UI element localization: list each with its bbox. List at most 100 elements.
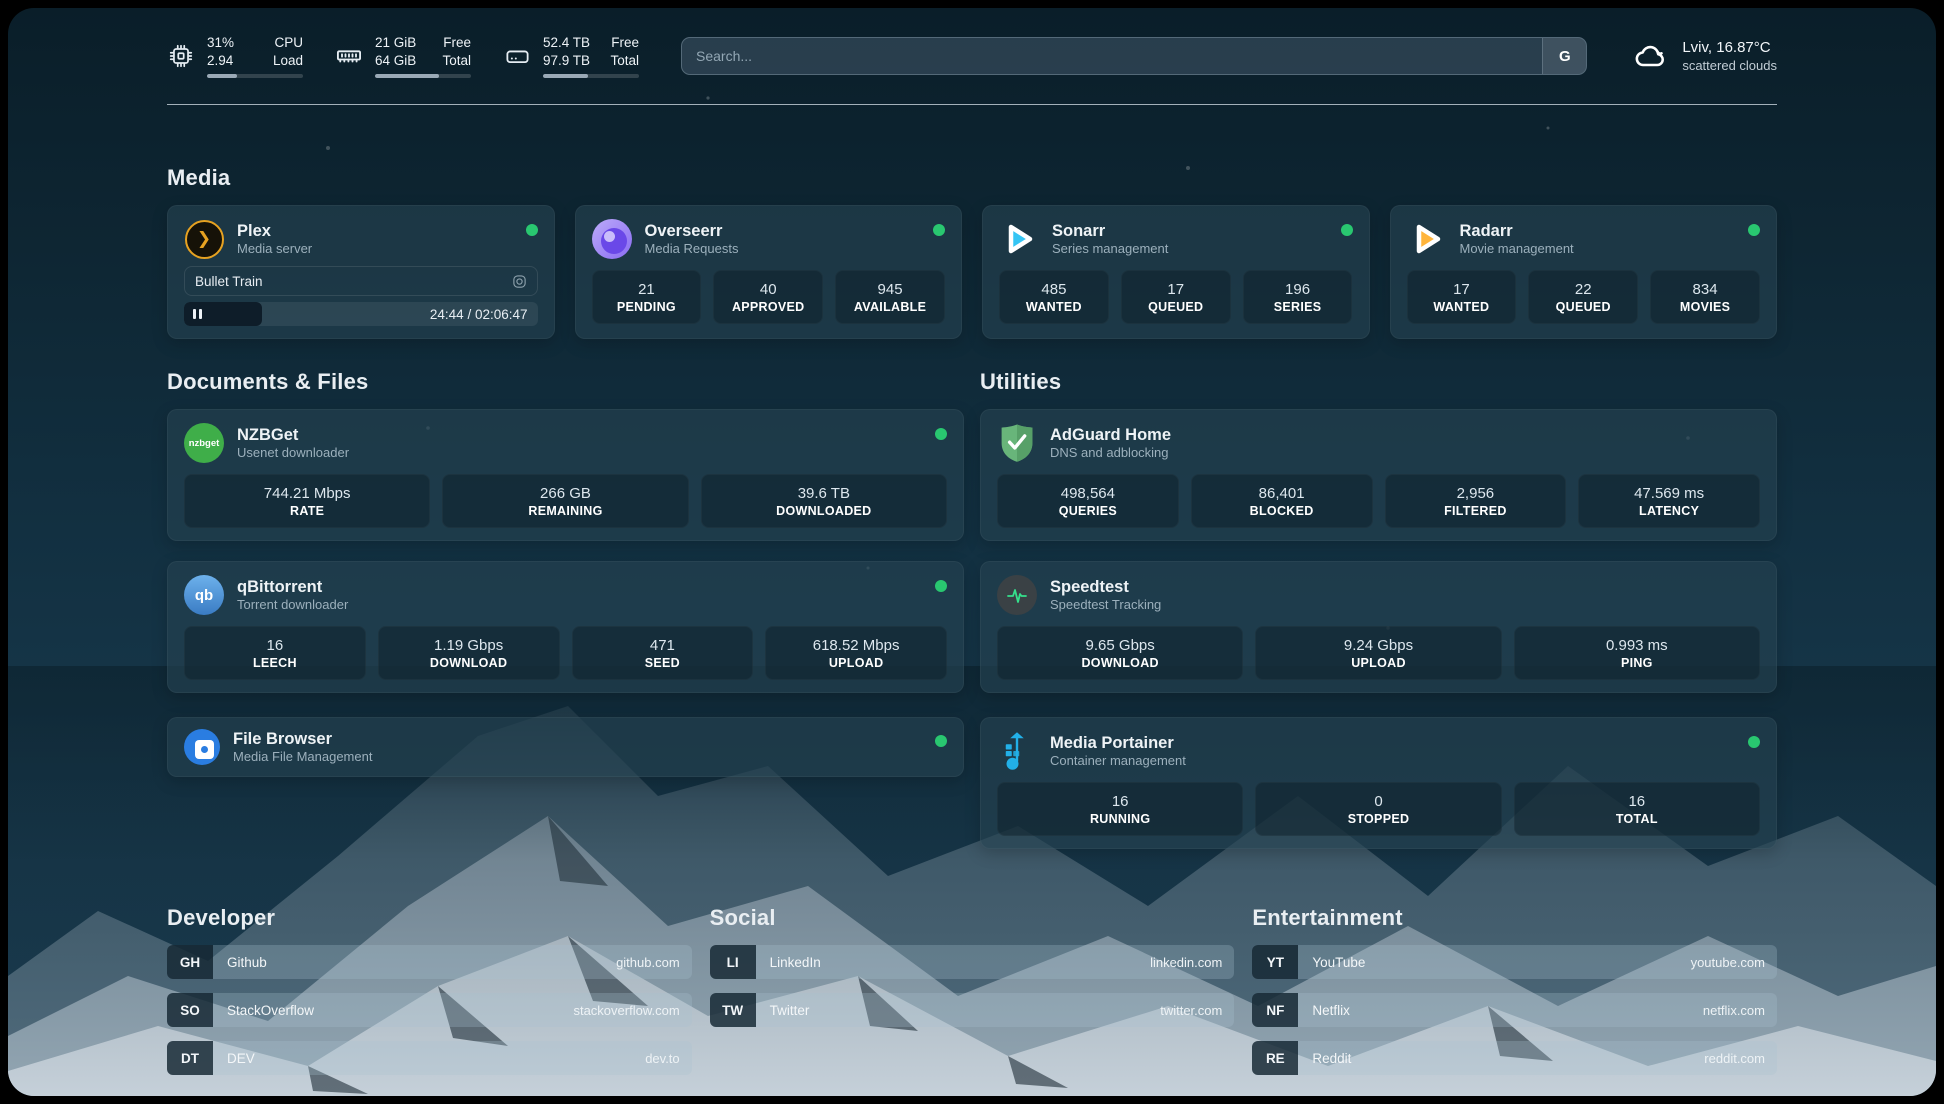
nzbget-icon: nzbget <box>184 423 224 463</box>
portainer-icon <box>997 731 1037 771</box>
bookmark-linkedin[interactable]: LI LinkedIn linkedin.com <box>710 945 1235 979</box>
search-bar: G <box>681 37 1587 75</box>
stat-label: WANTED <box>1433 300 1489 314</box>
adguard-card[interactable]: AdGuard Home DNS and adblocking 498,564Q… <box>980 409 1777 541</box>
filebrowser-card[interactable]: File Browser Media File Management <box>167 717 964 777</box>
radarr-card[interactable]: Radarr Movie management 17WANTED 22QUEUE… <box>1390 205 1778 339</box>
sonarr-title: Sonarr <box>1052 221 1168 242</box>
stat-tile: 16TOTAL <box>1514 782 1760 836</box>
memory-progress-track <box>375 74 471 78</box>
section-media: Media ❯ Plex Media server Bullet Train <box>167 165 1777 339</box>
dashboard-screen: 31%CPU 2.94Load 21 GiBFree 64 Gi <box>8 8 1936 1096</box>
stat-label: LATENCY <box>1639 504 1699 518</box>
stat-value: 17 <box>1167 281 1184 298</box>
playback-progress-bar[interactable]: 24:44 / 02:06:47 <box>184 302 538 326</box>
portainer-description: Container management <box>1050 753 1186 769</box>
speedtest-card[interactable]: Speedtest Speedtest Tracking 9.65 Gbps DO… <box>980 561 1777 693</box>
portainer-card[interactable]: Media Portainer Container management 16R… <box>980 717 1777 849</box>
radarr-description: Movie management <box>1460 241 1574 257</box>
bookmark-name: DEV <box>227 1051 255 1066</box>
stat-label: SERIES <box>1274 300 1322 314</box>
stat-value: 498,564 <box>1061 485 1115 502</box>
stat-value: 22 <box>1575 281 1592 298</box>
stat-value: 9.65 Gbps <box>1086 637 1155 654</box>
search-engine-button[interactable]: G <box>1542 38 1586 74</box>
bookmark-abbr: SO <box>167 993 213 1027</box>
status-indicator <box>1748 736 1760 748</box>
stat-value: 40 <box>760 281 777 298</box>
social-section-title: Social <box>710 905 1235 931</box>
stat-tile: 834 MOVIES <box>1650 270 1760 324</box>
disk-progress-fill <box>543 74 588 78</box>
cpu-stat: 31%CPU 2.94Load <box>167 34 303 78</box>
stat-value: 86,401 <box>1259 485 1305 502</box>
status-indicator <box>1341 224 1353 236</box>
bookmark-domain: youtube.com <box>1691 955 1765 970</box>
stat-value: 196 <box>1285 281 1310 298</box>
stat-tile: 0.993 msPING <box>1514 626 1760 680</box>
stat-value: 471 <box>650 637 675 654</box>
memory-stat: 21 GiBFree 64 GiBTotal <box>335 34 471 78</box>
memory-progress-fill <box>375 74 439 78</box>
plex-card[interactable]: ❯ Plex Media server Bullet Train <box>167 205 555 339</box>
bookmark-reddit[interactable]: RE Reddit reddit.com <box>1252 1041 1777 1075</box>
bookmark-abbr: DT <box>167 1041 213 1075</box>
bookmark-abbr: YT <box>1252 945 1298 979</box>
weather-condition: scattered clouds <box>1682 58 1777 73</box>
adguard-title: AdGuard Home <box>1050 425 1171 446</box>
speedtest-title: Speedtest <box>1050 577 1161 598</box>
nzbget-card[interactable]: nzbget NZBGet Usenet downloader 744.21 M… <box>167 409 964 541</box>
weather-widget: Lviv, 16.87°C scattered clouds <box>1633 38 1777 74</box>
bookmark-dev[interactable]: DT DEV dev.to <box>167 1041 692 1075</box>
stat-label: QUEUED <box>1556 300 1611 314</box>
stat-value: 618.52 Mbps <box>813 637 900 654</box>
stat-value: 0 <box>1374 793 1382 810</box>
stat-label: BLOCKED <box>1250 504 1314 518</box>
playback-progress-fill <box>184 302 262 326</box>
pause-icon[interactable] <box>193 309 202 319</box>
sonarr-description: Series management <box>1052 241 1168 257</box>
bookmark-github[interactable]: GH Github github.com <box>167 945 692 979</box>
section-utilities: Utilities <box>980 369 1777 849</box>
bookmark-domain: dev.to <box>645 1051 679 1066</box>
search-input[interactable] <box>682 38 1542 74</box>
qbittorrent-card[interactable]: qb qBittorrent Torrent downloader 16LEEC… <box>167 561 964 693</box>
stat-label: LEECH <box>253 656 297 670</box>
sonarr-card[interactable]: Sonarr Series management 485WANTED 17QUE… <box>982 205 1370 339</box>
playback-time: 24:44 / 02:06:47 <box>430 302 528 326</box>
plex-icon: ❯ <box>184 219 224 259</box>
overseerr-card[interactable]: Overseerr Media Requests 21PENDING 40APP… <box>575 205 963 339</box>
stat-label: MOVIES <box>1680 300 1730 314</box>
bookmark-name: StackOverflow <box>227 1003 314 1018</box>
memory-total-label: Total <box>442 52 471 70</box>
stat-label: RUNNING <box>1090 812 1150 826</box>
stat-tile: 16RUNNING <box>997 782 1243 836</box>
bookmark-domain: stackoverflow.com <box>573 1003 679 1018</box>
stat-tile: 17QUEUED <box>1121 270 1231 324</box>
overseerr-title: Overseerr <box>645 221 739 242</box>
stat-value: 744.21 Mbps <box>264 485 351 502</box>
stat-value: 17 <box>1453 281 1470 298</box>
stat-label: APPROVED <box>732 300 805 314</box>
sonarr-icon <box>999 219 1039 259</box>
nzbget-title: NZBGet <box>237 425 349 446</box>
bookmark-netflix[interactable]: NF Netflix netflix.com <box>1252 993 1777 1027</box>
stat-tile: 9.65 Gbps DOWNLOAD <box>997 626 1243 680</box>
filebrowser-icon <box>184 729 220 765</box>
stat-label: AVAILABLE <box>854 300 926 314</box>
cpu-progress-fill <box>207 74 237 78</box>
bookmark-youtube[interactable]: YT YouTube youtube.com <box>1252 945 1777 979</box>
section-documents: Documents & Files nzbget NZBGet Usenet d… <box>167 369 964 849</box>
stat-tile: 21PENDING <box>592 270 702 324</box>
bookmark-twitter[interactable]: TW Twitter twitter.com <box>710 993 1235 1027</box>
session-settings-icon[interactable] <box>512 274 527 289</box>
bookmark-stackoverflow[interactable]: SO StackOverflow stackoverflow.com <box>167 993 692 1027</box>
stat-label: PENDING <box>617 300 676 314</box>
stat-value: 834 <box>1693 281 1718 298</box>
stat-label: DOWNLOAD <box>1081 656 1158 670</box>
system-stats: 31%CPU 2.94Load 21 GiBFree 64 Gi <box>167 34 639 78</box>
adguard-icon <box>997 423 1037 463</box>
speedtest-description: Speedtest Tracking <box>1050 597 1161 613</box>
section-entertainment: Entertainment YT YouTube youtube.com NF … <box>1252 905 1777 1075</box>
stat-label: QUERIES <box>1059 504 1117 518</box>
